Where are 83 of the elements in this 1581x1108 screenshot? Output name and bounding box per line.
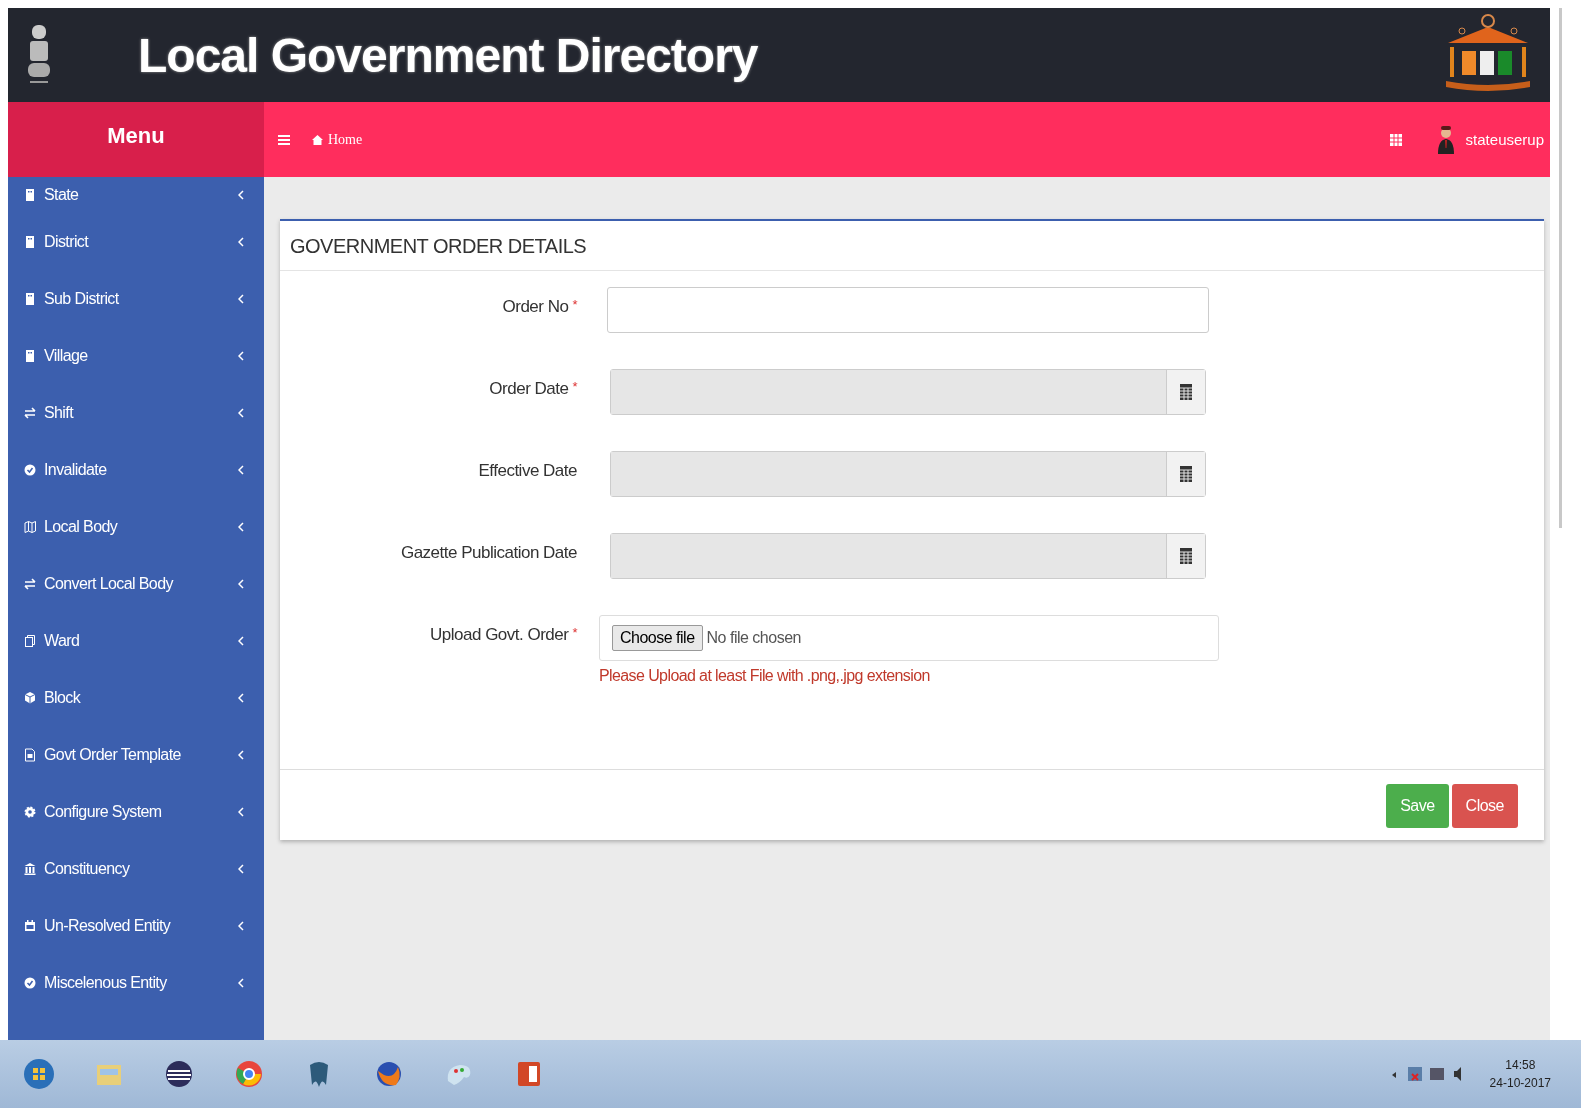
chevron-icon — [238, 521, 244, 532]
map-icon — [24, 519, 36, 534]
required-mark: * — [572, 625, 577, 640]
sidebar-item[interactable]: Local Body — [8, 498, 264, 555]
exchange-icon — [24, 576, 36, 591]
site-title: Local Government Directory — [138, 27, 758, 83]
building-icon — [24, 234, 36, 249]
required-mark: * — [572, 379, 577, 394]
required-mark: * — [572, 297, 577, 312]
date-field[interactable] — [610, 533, 1206, 579]
date-field[interactable] — [610, 451, 1206, 497]
sidebar-item[interactable]: State — [8, 177, 264, 213]
exchange-icon — [24, 405, 36, 420]
choose-file-button[interactable]: Choose file — [612, 625, 703, 651]
calendar-icon — [1180, 466, 1192, 482]
error-message: Please Upload at least File with .png,.jpg extension — [599, 667, 931, 685]
document-icon — [24, 747, 36, 762]
chevron-icon — [238, 464, 244, 475]
calendar-icon — [24, 918, 36, 933]
input-field[interactable] — [607, 287, 1209, 333]
calendar-icon — [1180, 384, 1192, 400]
calendar-button[interactable] — [1166, 370, 1205, 414]
clock-date: 24-10-2017 — [1489, 1076, 1551, 1090]
sidebar-item[interactable]: Un-Resolved Entity — [8, 897, 264, 954]
sidebar-item[interactable]: Village — [8, 327, 264, 384]
chevron-icon — [238, 806, 244, 817]
field-label: Effective Date — [477, 460, 577, 481]
clock[interactable]: 14:58 24-10-2017 — [1489, 1058, 1551, 1090]
grid-icon[interactable] — [1389, 133, 1402, 146]
calendar-button[interactable] — [1166, 452, 1205, 496]
file-status: No file chosen — [706, 629, 801, 647]
check-circle-icon — [24, 975, 36, 990]
building-icon — [24, 291, 36, 306]
sidebar-item[interactable]: District — [8, 213, 264, 270]
sidebar-item[interactable]: Shift — [8, 384, 264, 441]
settings-icon — [24, 804, 36, 819]
user-name: stateuserup — [1465, 131, 1544, 148]
chevron-icon — [238, 236, 244, 247]
home-link[interactable]: Home — [312, 131, 363, 148]
chevron-icon — [238, 977, 244, 988]
chevron-icon — [238, 293, 244, 304]
user-avatar-icon — [1437, 125, 1454, 154]
start-button-icon[interactable] — [22, 1057, 56, 1091]
calendar-icon — [1180, 548, 1192, 564]
cube-icon — [24, 690, 36, 705]
field-label: Order Date * — [488, 378, 577, 399]
chevron-icon — [238, 407, 244, 418]
chevron-icon — [238, 863, 244, 874]
user-menu[interactable]: stateuserup — [1437, 125, 1544, 154]
sidebar-item[interactable]: Configure System — [8, 783, 264, 840]
sidebar-item[interactable]: Sub District — [8, 270, 264, 327]
chevron-icon — [238, 635, 244, 646]
home-icon — [312, 134, 323, 145]
copy-icon — [24, 633, 36, 648]
field-label: Upload Govt. Order * — [429, 624, 577, 645]
menu-title: Menu — [8, 102, 264, 177]
panel-title: GOVERNMENT ORDER DETAILS — [280, 221, 1544, 271]
field-label: Order No * — [501, 296, 577, 317]
date-field[interactable] — [610, 369, 1206, 415]
building-icon — [24, 348, 36, 363]
menu-icon[interactable] — [278, 133, 290, 146]
building-icon — [24, 188, 36, 202]
sidebar-item[interactable]: Ward — [8, 612, 264, 669]
sidebar-item[interactable]: Convert Local Body — [8, 555, 264, 612]
chevron-icon — [238, 749, 244, 760]
clock-time: 14:58 — [1505, 1058, 1536, 1072]
home-label: Home — [328, 131, 363, 148]
check-circle-icon — [24, 462, 36, 477]
chevron-icon — [238, 578, 244, 589]
sidebar-item[interactable]: Constituency — [8, 840, 264, 897]
file-upload-field[interactable]: Choose file No file chosen — [599, 615, 1219, 661]
sidebar-item[interactable]: Block — [8, 669, 264, 726]
chevron-icon — [238, 692, 244, 703]
calendar-button[interactable] — [1166, 534, 1205, 578]
close-button[interactable]: Close — [1451, 784, 1518, 828]
field-label: Gazette Publication Date — [399, 542, 577, 563]
sidebar-item[interactable]: Govt Order Template — [8, 726, 264, 783]
sidebar-item[interactable]: Miscelenous Entity — [8, 954, 264, 1011]
chevron-icon — [238, 920, 244, 931]
sidebar-item[interactable]: Invalidate — [8, 441, 264, 498]
chevron-icon — [238, 350, 244, 361]
chevron-icon — [238, 190, 244, 200]
bank-icon — [24, 861, 36, 876]
